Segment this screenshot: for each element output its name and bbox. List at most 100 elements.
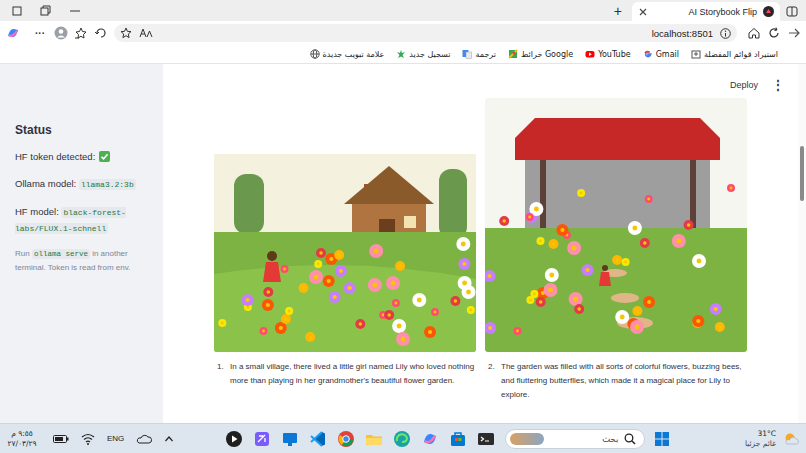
clock-date: ٢٧/٠٣/٢٩ [7, 439, 36, 449]
tab-bar: + AI Storybook Flip [0, 0, 806, 21]
sidebar-heading: Status [15, 123, 155, 137]
taskbar-app-icon[interactable] [393, 430, 411, 448]
bookmark-icon [508, 49, 518, 59]
taskbar-app-icon[interactable] [225, 430, 243, 448]
sidebar: Status HF token detected: Ollama model: ll… [0, 64, 163, 423]
tab-actions-icon[interactable] [784, 2, 800, 21]
main-menu-button[interactable]: ⋮ [772, 78, 784, 92]
taskbar: ٩:٥٥ م٢٧/٠٣/٢٩ ENG بحث 31°Cغائم جزئيا [0, 423, 806, 453]
caption-number: 1. [217, 360, 226, 402]
tab-title: AI Storybook Flip [654, 7, 757, 17]
model-label: HF model: [15, 206, 59, 217]
token-label: HF token detected: [15, 149, 95, 164]
taskbar-search[interactable]: بحث [505, 429, 645, 449]
bookmark-label: YouTube [598, 50, 631, 59]
bookmark-icon [396, 49, 406, 59]
model-value: llama3.2:3b [79, 179, 136, 190]
page-caption: 1.In a small village, there lived a litt… [214, 360, 476, 402]
page-illustration [485, 98, 747, 352]
taskbar-app-icon[interactable] [365, 430, 383, 448]
maximize-icon[interactable] [9, 3, 25, 19]
caption-number: 2. [488, 360, 497, 402]
system-tray: ENG [53, 433, 174, 445]
bookmark-label: خرائط Google [521, 50, 573, 59]
bookmark-item[interactable]: ترجمة [462, 49, 496, 59]
weather-widget[interactable]: 31°Cغائم جزئيا [745, 429, 800, 449]
bookmark-icon [310, 49, 320, 59]
model-label: Ollama model: [15, 178, 76, 189]
main-area: Deploy ⋮ 1.In a small village, there lived… [163, 64, 798, 423]
start-icon[interactable] [653, 430, 671, 448]
profile-icon[interactable] [54, 26, 68, 40]
read-aloud-icon[interactable] [139, 27, 153, 39]
collections-icon[interactable] [94, 26, 108, 40]
taskbar-app-icon[interactable] [337, 430, 355, 448]
search-icon [624, 433, 636, 445]
restore-icon[interactable] [38, 3, 54, 19]
note-code: ollama serve [32, 249, 90, 259]
weather-sun-icon [782, 430, 800, 448]
taskbar-app-icon[interactable] [253, 430, 271, 448]
tray-chevron-icon[interactable] [164, 434, 174, 444]
copilot-icon[interactable] [6, 26, 20, 40]
pinned-apps [224, 430, 495, 448]
caption-text: The garden was filled with all sorts of … [501, 360, 747, 402]
address-url[interactable]: localhost:8501 [652, 28, 713, 39]
app-header: Deploy ⋮ [163, 78, 798, 92]
bookmark-item[interactable]: خرائط Google [508, 49, 573, 59]
window-controls [6, 0, 83, 21]
bookmark-icon [643, 49, 653, 59]
clock[interactable]: ٩:٥٥ م٢٧/٠٣/٢٩ [5, 429, 39, 449]
language-indicator[interactable]: ENG [107, 434, 124, 443]
new-tab-button[interactable]: + [612, 2, 624, 21]
wifi-icon[interactable] [81, 433, 95, 445]
story-pages: 1.In a small village, there lived a litt… [214, 98, 747, 402]
site-info-icon[interactable] [720, 28, 731, 39]
sidebar-note: Run ollama serve in another terminal. To… [15, 247, 155, 274]
streamlit-app: Status HF token detected: Ollama model: ll… [0, 64, 806, 423]
add-favorite-icon[interactable] [120, 27, 132, 39]
token-check-icon [99, 151, 110, 162]
close-tab-icon[interactable] [638, 7, 648, 17]
minimize-icon[interactable] [67, 3, 83, 19]
search-art [510, 433, 544, 445]
bookmark-item[interactable]: علامة تبويب جديدة [310, 49, 385, 59]
bookmark-item[interactable]: YouTube [585, 49, 631, 59]
page-caption: 2.The garden was filled with all sorts o… [485, 360, 747, 402]
refresh-icon[interactable] [767, 26, 781, 40]
taskbar-app-icon[interactable] [421, 430, 439, 448]
bookmark-label: استيراد قوائم المفضلة [704, 50, 778, 59]
weather-text: 31°Cغائم جزئيا [745, 429, 776, 449]
bookmarks-bar: استيراد قوائم المفضلة Gmail YouTube خرائط G… [0, 45, 806, 64]
onedrive-icon[interactable] [136, 433, 152, 444]
bookmark-label: Gmail [656, 50, 679, 59]
taskbar-app-icon[interactable] [449, 430, 467, 448]
back-icon[interactable] [787, 26, 801, 40]
address-bar[interactable]: localhost:8501 [114, 24, 737, 42]
deploy-button[interactable]: Deploy [730, 80, 758, 90]
more-button[interactable]: ··· [32, 28, 48, 39]
scrollbar[interactable] [798, 64, 806, 423]
bookmark-item[interactable]: استيراد قوائم المفضلة [691, 49, 778, 59]
bookmark-item[interactable]: تسجيل جديد [396, 49, 450, 59]
browser-toolbar: ··· localhost:8501 [0, 21, 806, 45]
bookmark-icon [691, 49, 701, 59]
note-text: Run [15, 249, 32, 258]
bookmark-item[interactable]: Gmail [643, 49, 679, 59]
bookmark-icon [462, 49, 472, 59]
scrollbar-thumb[interactable] [800, 146, 804, 201]
favorites-icon[interactable] [74, 26, 88, 40]
home-icon[interactable] [747, 26, 761, 40]
battery-icon[interactable] [53, 434, 69, 444]
clock-time: ٩:٥٥ م [11, 429, 33, 439]
bookmark-label: ترجمة [475, 50, 496, 59]
caption-text: In a small village, there lived a little… [230, 360, 476, 402]
browser-tab[interactable]: AI Storybook Flip [632, 2, 780, 21]
search-placeholder: بحث [602, 434, 618, 444]
bookmark-icon [585, 49, 595, 59]
weather-temperature: 31°C [757, 429, 776, 439]
taskbar-app-icon[interactable] [309, 430, 327, 448]
taskbar-app-icon[interactable] [477, 430, 495, 448]
bookmark-label: علامة تبويب جديدة [323, 50, 385, 59]
taskbar-app-icon[interactable] [281, 430, 299, 448]
